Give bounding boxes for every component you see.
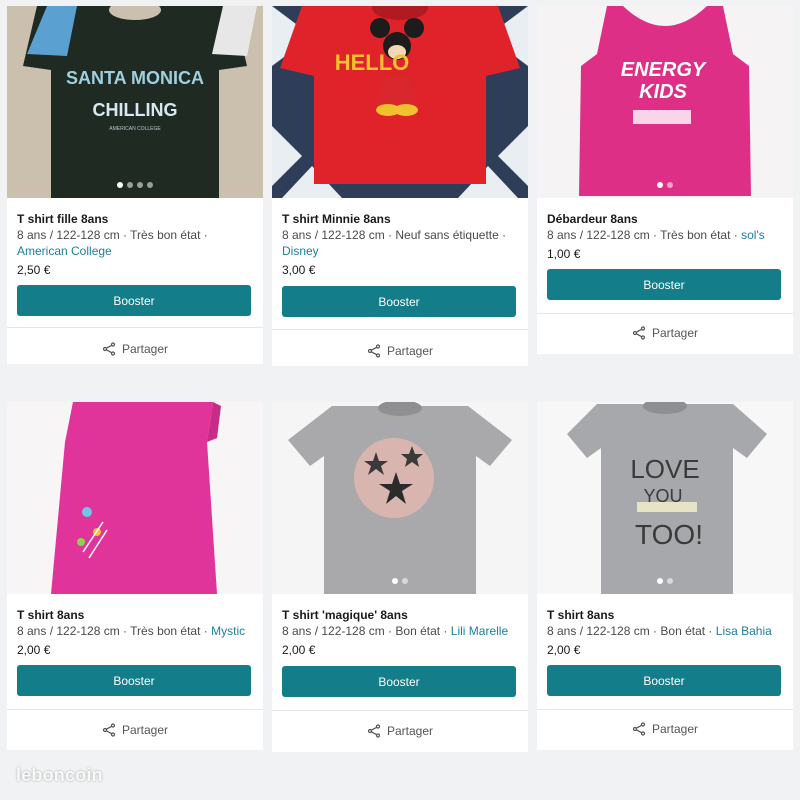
listing-attributes: 8 ans / 122-128 cm · Très bon état · (547, 228, 738, 242)
listing-photo[interactable] (7, 402, 263, 594)
listing-brand[interactable]: Lili Marelle (451, 624, 508, 638)
listing-attributes: 8 ans / 122-128 cm · Bon état · (547, 624, 713, 638)
listing-card[interactable]: T shirt 'magique' 8ans 8 ans / 122-128 c… (272, 402, 528, 752)
share-button[interactable]: Partager (272, 344, 528, 358)
share-icon (102, 342, 116, 356)
divider (272, 710, 528, 711)
booster-button[interactable]: Booster (282, 286, 516, 317)
listing-card[interactable]: LOVE YOU TOO! T shirt 8ans 8 ans / 122-1… (537, 402, 793, 750)
divider (537, 313, 793, 314)
share-label: Partager (121, 342, 169, 356)
listing-meta: 8 ans / 122-128 cm · Bon état · Lisa Bah… (547, 623, 785, 639)
carousel-dots[interactable] (117, 182, 153, 188)
booster-button[interactable]: Booster (282, 666, 516, 697)
listing-photo[interactable]: HELLO (272, 6, 528, 198)
listing-brand[interactable]: American College (17, 244, 112, 258)
listing-brand[interactable]: Disney (282, 244, 319, 258)
listing-photo[interactable]: ENERGY KIDS (537, 6, 793, 198)
share-icon (367, 724, 381, 738)
listing-title: T shirt 8ans (547, 608, 615, 622)
listing-attributes: 8 ans / 122-128 cm · Très bon état · (17, 624, 208, 638)
share-icon (632, 326, 646, 340)
listing-title: T shirt fille 8ans (17, 212, 109, 226)
shirt-print-line: KIDS (639, 81, 687, 103)
listing-price: 2,00 € (17, 643, 51, 657)
listing-title: T shirt 8ans (17, 608, 85, 622)
share-button[interactable]: Partager (7, 723, 263, 737)
share-icon (367, 344, 381, 358)
share-button[interactable]: Partager (7, 342, 263, 356)
tshirt-image (7, 402, 263, 594)
listing-price: 3,00 € (282, 263, 316, 277)
booster-button[interactable]: Booster (17, 285, 251, 316)
share-button[interactable]: Partager (537, 326, 793, 340)
share-label: Partager (386, 344, 434, 358)
listing-meta: 8 ans / 122-128 cm · Très bon état · Ame… (17, 227, 255, 259)
divider (272, 329, 528, 330)
share-label: Partager (651, 722, 699, 736)
shirt-print-line: TOO! (635, 519, 703, 550)
listing-brand[interactable]: sol's (741, 228, 765, 242)
listing-price: 2,00 € (547, 643, 581, 657)
listing-photo[interactable] (272, 402, 528, 594)
booster-button[interactable]: Booster (547, 665, 781, 696)
listing-meta: 8 ans / 122-128 cm · Très bon état · sol… (547, 227, 785, 243)
shirt-print-line: AMERICAN COLLEGE (109, 126, 161, 132)
listing-photo[interactable]: LOVE YOU TOO! (537, 402, 793, 594)
shirt-print-line: CHILLING (93, 100, 178, 120)
carousel-dots[interactable] (657, 578, 673, 584)
divider (7, 709, 263, 710)
listing-attributes: 8 ans / 122-128 cm · Bon état · (282, 624, 448, 638)
share-button[interactable]: Partager (537, 722, 793, 736)
listing-price: 2,00 € (282, 643, 316, 657)
listing-brand[interactable]: Lisa Bahia (716, 624, 772, 638)
divider (537, 709, 793, 710)
listing-price: 1,00 € (547, 247, 581, 261)
booster-button[interactable]: Booster (17, 665, 251, 696)
listing-attributes: 8 ans / 122-128 cm · Neuf sans étiquette… (282, 228, 507, 242)
share-label: Partager (651, 326, 699, 340)
share-icon (632, 722, 646, 736)
listing-price: 2,50 € (17, 263, 51, 277)
shirt-print-line: LOVE (630, 454, 699, 484)
carousel-dots[interactable] (392, 578, 408, 584)
listing-attributes: 8 ans / 122-128 cm · Très bon état · (17, 228, 208, 242)
tshirt-image: ENERGY KIDS (537, 6, 793, 198)
listing-photo[interactable]: SANTA MONICA CHILLING AMERICAN COLLEGE (7, 6, 263, 198)
shirt-print-line: ENERGY (621, 59, 707, 81)
listing-meta: 8 ans / 122-128 cm · Bon état · Lili Mar… (282, 623, 520, 639)
listing-title: T shirt 'magique' 8ans (282, 608, 408, 622)
carousel-dots[interactable] (657, 182, 673, 188)
shirt-print-line: SANTA MONICA (66, 68, 204, 88)
watermark-logo: leboncoin (16, 765, 103, 785)
listing-card[interactable]: SANTA MONICA CHILLING AMERICAN COLLEGE T… (7, 6, 263, 364)
listing-title: Débardeur 8ans (547, 212, 638, 226)
listing-card[interactable]: ENERGY KIDS Débardeur 8ans 8 ans / 122-1… (537, 6, 793, 354)
share-label: Partager (121, 723, 169, 737)
listing-meta: 8 ans / 122-128 cm · Neuf sans étiquette… (282, 227, 520, 259)
shirt-print-line: HELLO (335, 50, 410, 75)
listing-card[interactable]: T shirt 8ans 8 ans / 122-128 cm · Très b… (7, 402, 263, 750)
share-icon (102, 723, 116, 737)
share-button[interactable]: Partager (272, 724, 528, 738)
tshirt-image: SANTA MONICA CHILLING AMERICAN COLLEGE (7, 6, 263, 198)
share-label: Partager (386, 724, 434, 738)
tshirt-image: HELLO (272, 6, 528, 198)
listing-card[interactable]: HELLO T shirt Minnie 8ans 8 ans / 122-12… (272, 6, 528, 366)
booster-button[interactable]: Booster (547, 269, 781, 300)
tshirt-image: LOVE YOU TOO! (537, 402, 793, 594)
tshirt-image (272, 402, 528, 594)
divider (7, 327, 263, 328)
listing-brand[interactable]: Mystic (211, 624, 245, 638)
listing-title: T shirt Minnie 8ans (282, 212, 391, 226)
listing-meta: 8 ans / 122-128 cm · Très bon état · Mys… (17, 623, 255, 639)
